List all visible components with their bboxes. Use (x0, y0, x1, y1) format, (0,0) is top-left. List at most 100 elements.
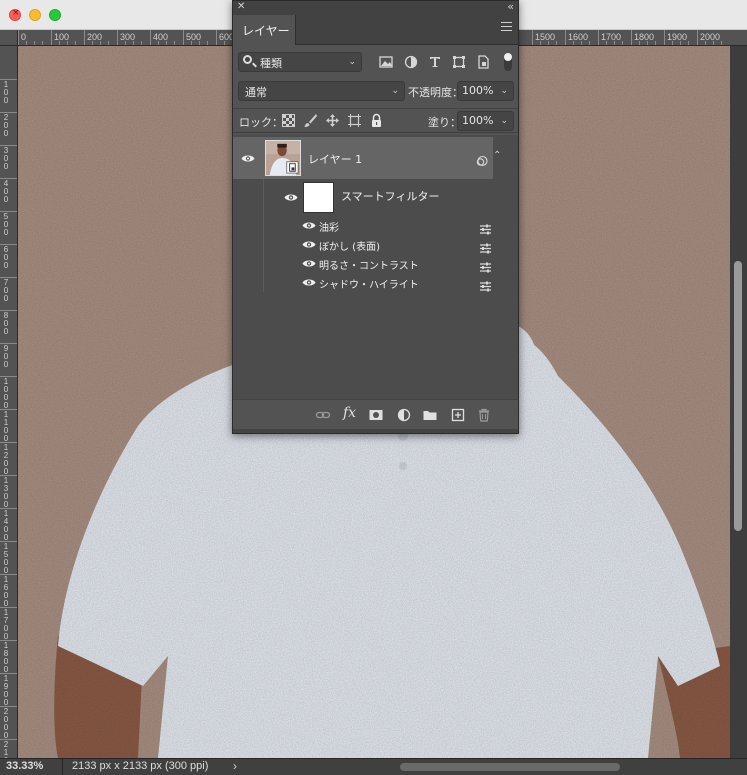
type-filter-icon[interactable] (427, 54, 443, 70)
new-layer-icon[interactable] (450, 407, 466, 423)
panel-close-icon[interactable]: ✕ (237, 1, 245, 12)
ruler-minor-tick (141, 41, 142, 45)
add-mask-icon[interactable] (368, 407, 384, 423)
layers-panel: ✕ ‹‹ レイヤー 種類 ⌄ 通常 ⌄ 不透明度： 100% ⌄ ロック： 塗り… (232, 0, 519, 434)
maximize-window-button[interactable] (49, 9, 61, 21)
ruler-minor-tick (67, 41, 68, 45)
adjustment-layer-icon[interactable] (396, 407, 412, 423)
image-filter-icon[interactable] (378, 54, 394, 70)
smart-filters-label: スマートフィルター (341, 190, 440, 203)
vertical-ruler[interactable]: 100 200 300 400 500 600 700 800 900 1000 1100 1200 1… (0, 46, 18, 758)
ruler-tick (0, 79, 17, 80)
ruler-minor-tick (92, 41, 93, 45)
filter-item[interactable]: 油彩 (263, 216, 504, 235)
ruler-label: 1600 (568, 32, 589, 42)
lock-position-icon[interactable] (325, 113, 340, 128)
vertical-scrollbar[interactable] (730, 46, 747, 758)
ruler-label: 1300 (3, 476, 9, 509)
ruler-label: 900 (3, 344, 9, 369)
ruler-label: 500 (3, 212, 9, 237)
filter-item[interactable]: 明るさ・コントラスト (263, 254, 504, 273)
ruler-tick (0, 739, 17, 740)
panel-menu-icon[interactable] (501, 22, 512, 32)
lock-transparent-icon[interactable] (281, 113, 296, 128)
ruler-label: 1400 (3, 509, 9, 542)
blend-mode-select[interactable]: 通常 ⌄ (238, 81, 405, 101)
ruler-minor-tick (59, 41, 60, 45)
ruler-minor-tick (548, 41, 549, 45)
ruler-label: 1600 (3, 575, 9, 608)
smart-filter-mask-thumbnail[interactable] (303, 182, 334, 213)
minimize-window-button[interactable] (29, 9, 41, 21)
eye-icon[interactable] (241, 154, 255, 163)
filter-blending-options-icon[interactable] (479, 277, 492, 292)
opacity-value: 100% (462, 84, 494, 97)
filter-kind-select[interactable]: 種類 ⌄ (238, 52, 362, 72)
eye-icon[interactable] (284, 193, 298, 202)
fill-input[interactable]: 100% ⌄ (457, 111, 514, 131)
filter-item[interactable]: ぼかし (表面) (263, 235, 504, 254)
ruler-label: 2000 (700, 32, 721, 42)
ruler-minor-tick (42, 41, 43, 45)
filter-blending-options-icon[interactable] (479, 239, 492, 254)
ruler-label: 2000 (3, 707, 9, 740)
lock-label: ロック： (239, 116, 283, 129)
chevron-down-icon: ⌄ (391, 86, 399, 96)
ruler-minor-tick (75, 41, 76, 45)
blend-mode-value: 通常 (245, 86, 267, 99)
lock-artboard-icon[interactable] (347, 113, 362, 128)
ruler-label: 1500 (535, 32, 556, 42)
horizontal-scroll-thumb[interactable] (400, 763, 620, 771)
ruler-tick (51, 30, 52, 45)
chevron-down-icon[interactable]: ⌄ (500, 116, 508, 126)
status-menu-arrow[interactable]: › (233, 759, 237, 773)
shape-filter-icon[interactable] (451, 54, 467, 70)
chevron-down-icon[interactable]: ⌄ (500, 86, 508, 96)
link-layers-icon[interactable] (315, 407, 331, 423)
filter-blending-options-icon[interactable] (479, 220, 492, 235)
ruler-minor-tick (100, 41, 101, 45)
ruler-tick (0, 706, 17, 707)
ruler-label: 200 (3, 113, 9, 138)
filter-toggle-switch[interactable] (504, 53, 512, 71)
ruler-label: 700 (3, 278, 9, 303)
trash-icon[interactable] (476, 407, 492, 423)
ruler-minor-tick (606, 41, 607, 45)
vertical-scroll-thumb[interactable] (734, 261, 742, 531)
filter-item[interactable]: シャドウ・ハイライト (263, 273, 504, 292)
layer-name[interactable]: レイヤー 1 (308, 151, 362, 167)
tab-layers[interactable]: レイヤー (233, 15, 296, 45)
adjustment-filter-icon[interactable] (403, 54, 419, 70)
smart-filters-row[interactable]: スマートフィルター (263, 179, 504, 216)
smart-object-filter-icon[interactable] (475, 54, 491, 70)
collapse-effects-icon[interactable]: ⌃ (493, 150, 501, 161)
ruler-label: 1000 (3, 377, 9, 410)
new-group-icon[interactable] (422, 407, 438, 423)
ruler-tick (0, 310, 17, 311)
zoom-level[interactable]: 33.33% (6, 760, 64, 775)
panel-header-strip[interactable]: ✕ ‹‹ (233, 0, 518, 15)
ruler-label: 1700 (601, 32, 622, 42)
ruler-label: 1800 (634, 32, 655, 42)
ruler-tick (565, 30, 566, 45)
layer-style-icon[interactable]: fx (343, 405, 359, 421)
layer-row[interactable]: レイヤー 1 ⌃ (233, 137, 501, 179)
lock-all-icon[interactable] (369, 113, 384, 128)
panel-collapse-icon[interactable]: ‹‹ (507, 0, 514, 13)
filter-blending-options-icon[interactable] (479, 258, 492, 273)
close-window-button[interactable]: × (9, 8, 21, 21)
eye-icon[interactable] (302, 221, 316, 230)
lock-image-icon[interactable] (303, 113, 318, 128)
opacity-label: 不透明度： (408, 86, 463, 99)
eye-icon[interactable] (302, 240, 316, 249)
panel-resize-grip[interactable] (233, 429, 518, 433)
opacity-input[interactable]: 100% ⌄ (457, 81, 514, 101)
blend-row: 通常 ⌄ 不透明度： 100% ⌄ (233, 80, 518, 104)
eye-icon[interactable] (302, 278, 316, 287)
ruler-minor-tick (688, 41, 689, 45)
search-icon (243, 55, 252, 64)
ruler-minor-tick (166, 41, 167, 45)
ruler-label: 1900 (3, 674, 9, 707)
eye-icon[interactable] (302, 259, 316, 268)
ruler-origin[interactable] (0, 30, 18, 46)
